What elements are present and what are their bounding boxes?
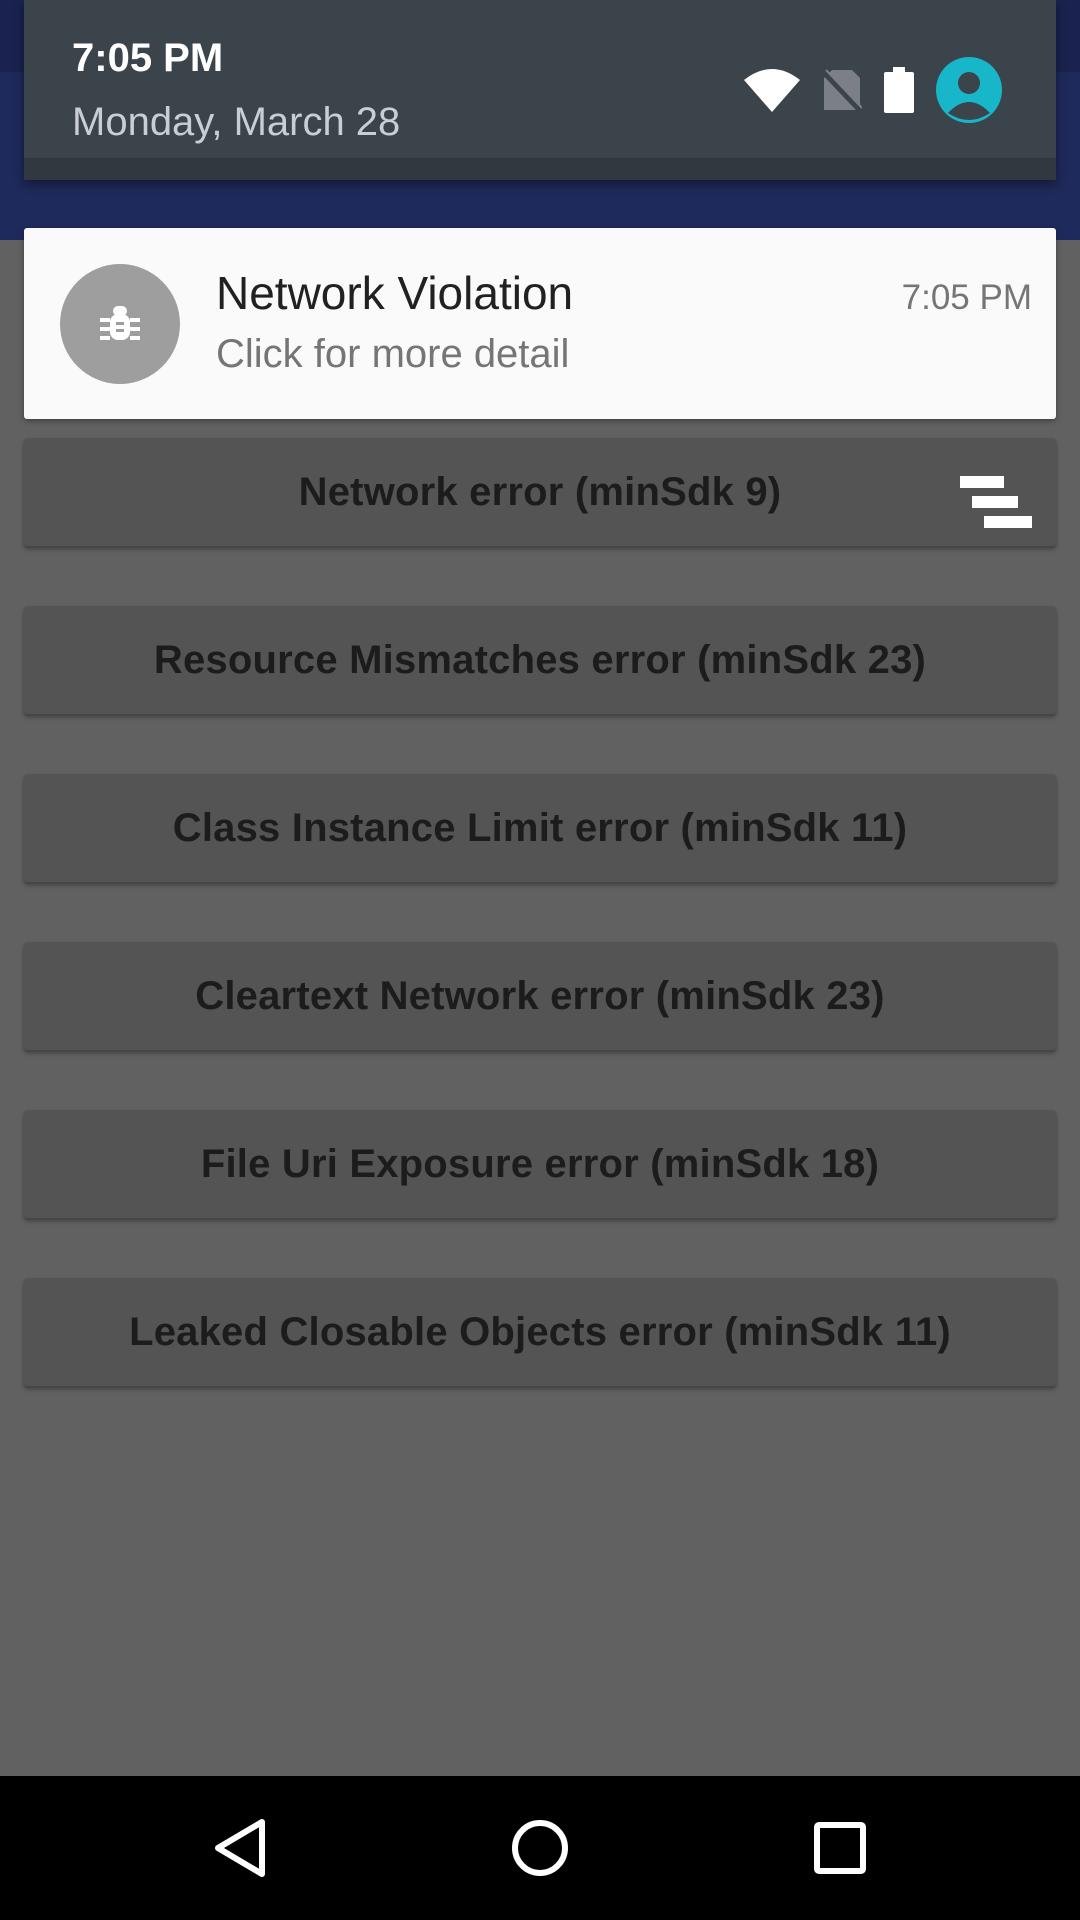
screen: 7:05 PM Monday, March 28 Network Violati… [0, 0, 1080, 1920]
file-uri-exposure-error-button[interactable]: File Uri Exposure error (minSdk 18) [24, 1110, 1056, 1218]
shade-divider [24, 158, 1056, 180]
shade-time: 7:05 PM [72, 36, 224, 80]
collapse-notifications-icon[interactable] [960, 476, 1032, 530]
button-label: Network error (minSdk 9) [298, 469, 782, 514]
wifi-icon[interactable] [744, 68, 800, 112]
button-label: File Uri Exposure error (minSdk 18) [200, 1141, 880, 1186]
leaked-closable-objects-error-button[interactable]: Leaked Closable Objects error (minSdk 11… [24, 1278, 1056, 1386]
notification-subtitle: Click for more detail [216, 332, 570, 376]
button-label: Class Instance Limit error (minSdk 11) [172, 805, 908, 850]
notification-app-icon [60, 264, 180, 384]
user-avatar-icon[interactable] [936, 57, 1002, 123]
button-label: Resource Mismatches error (minSdk 23) [153, 637, 927, 682]
bug-icon [100, 306, 140, 340]
status-icons [744, 56, 1002, 124]
notification-title: Network Violation [216, 267, 574, 319]
back-icon [215, 1819, 265, 1877]
network-error-button[interactable]: Network error (minSdk 9) [24, 438, 1056, 546]
home-icon [512, 1820, 568, 1876]
resource-mismatches-error-button[interactable]: Resource Mismatches error (minSdk 23) [24, 606, 1056, 714]
battery-icon[interactable] [884, 67, 914, 113]
recents-icon [814, 1822, 866, 1874]
notification-shade-header[interactable]: 7:05 PM Monday, March 28 [24, 0, 1056, 180]
class-instance-limit-error-button[interactable]: Class Instance Limit error (minSdk 11) [24, 774, 1056, 882]
navigation-bar [0, 1776, 1080, 1920]
notification-time: 7:05 PM [901, 278, 1032, 317]
back-button[interactable] [204, 1812, 276, 1884]
recents-button[interactable] [804, 1812, 876, 1884]
no-sim-icon[interactable] [822, 68, 862, 112]
cleartext-network-error-button[interactable]: Cleartext Network error (minSdk 23) [24, 942, 1056, 1050]
button-label: Leaked Closable Objects error (minSdk 11… [129, 1309, 951, 1354]
home-button[interactable] [504, 1812, 576, 1884]
notification-card[interactable]: Network Violation Click for more detail … [24, 228, 1056, 419]
shade-date[interactable]: Monday, March 28 [72, 100, 400, 145]
button-label: Cleartext Network error (minSdk 23) [195, 973, 885, 1018]
